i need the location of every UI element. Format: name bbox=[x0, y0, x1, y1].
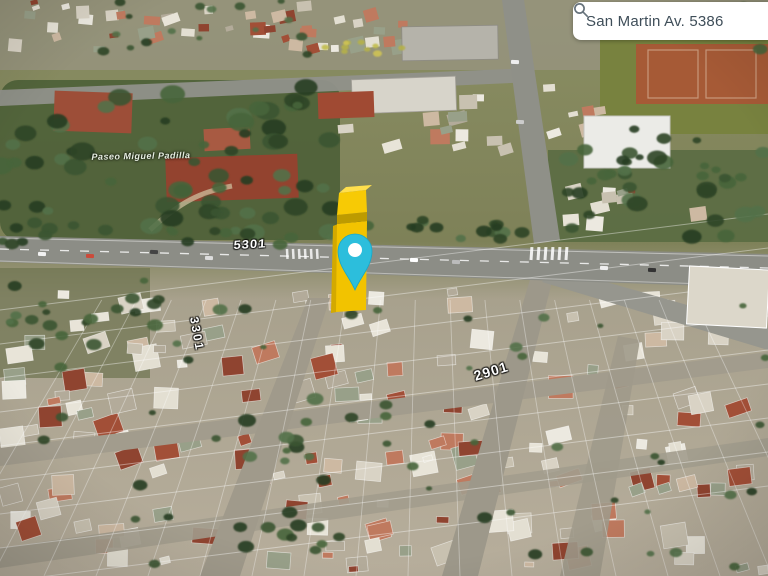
search-input[interactable]: San Martin Av. 5386 bbox=[586, 13, 724, 30]
map-viewport[interactable]: Paseo Miguel Padilla 5301 3301 2901 San … bbox=[0, 0, 768, 576]
search-bar[interactable]: San Martin Av. 5386 bbox=[573, 2, 768, 40]
satellite-map-canvas[interactable] bbox=[0, 0, 768, 576]
search-icon bbox=[574, 3, 589, 18]
vignette bbox=[0, 0, 768, 576]
